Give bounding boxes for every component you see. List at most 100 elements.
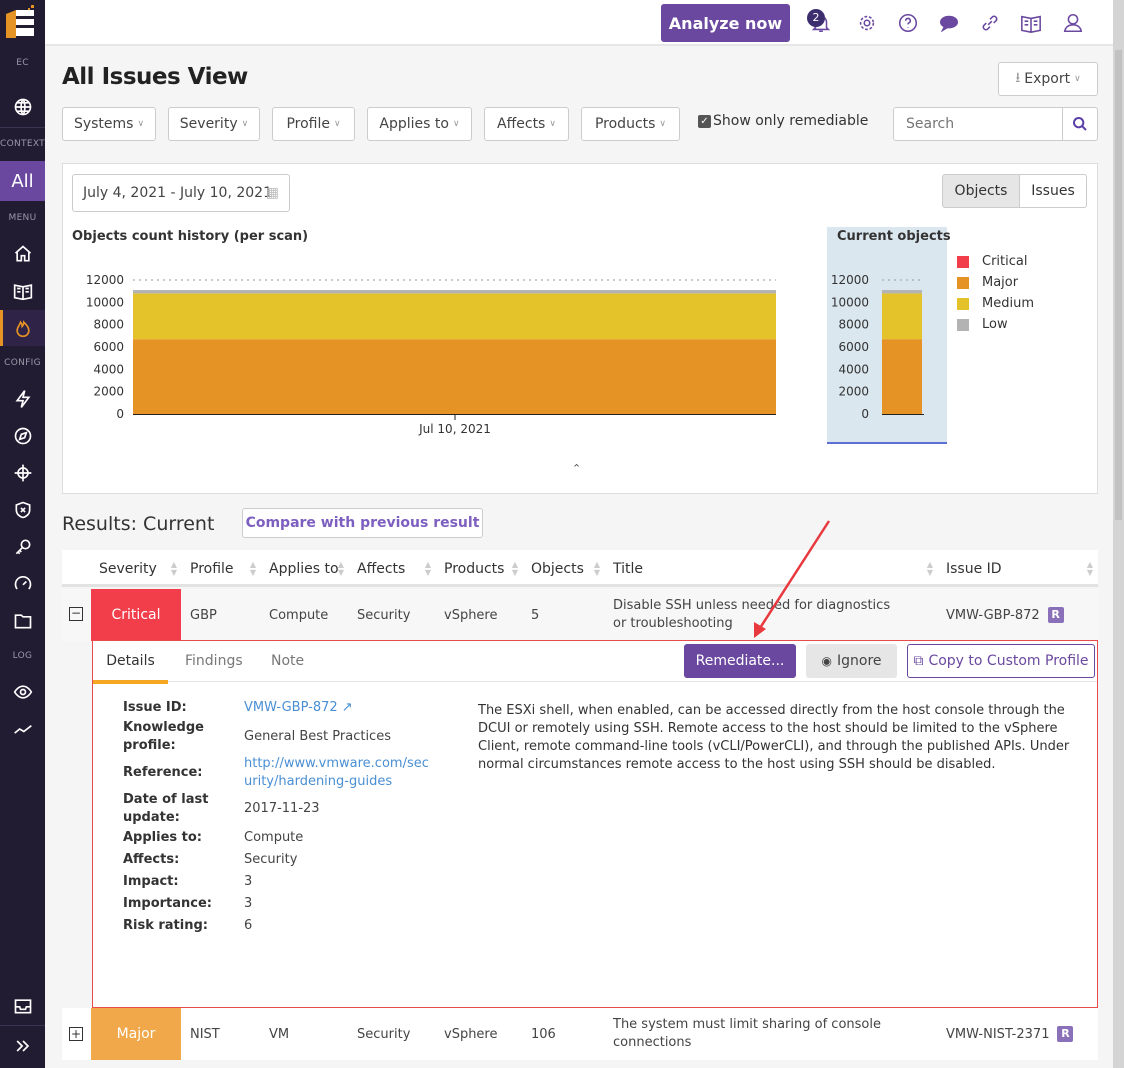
cell-applies-to: VM xyxy=(269,1026,290,1042)
collapse-row-icon[interactable]: − xyxy=(69,607,83,621)
trend-icon[interactable] xyxy=(0,713,45,745)
sort-icon: ▲ ▼ xyxy=(926,560,933,577)
y-tick-label: 10000 xyxy=(831,295,869,309)
sort-icon: ▲ ▼ xyxy=(593,560,600,577)
column-header[interactable]: Applies to ▲ ▼ xyxy=(260,550,348,587)
y-tick-label: 4000 xyxy=(93,362,124,376)
y-tick-label: 12000 xyxy=(86,273,124,287)
cell-affects: Security xyxy=(357,607,411,623)
tab-details[interactable]: Details xyxy=(93,641,168,684)
field-value: 2017-11-23 xyxy=(244,801,320,816)
y-tick-label: 2000 xyxy=(93,385,124,399)
chart-legend: Critical Major Medium Low xyxy=(957,251,1034,335)
legend-swatch xyxy=(957,318,969,331)
eye-icon[interactable] xyxy=(0,676,45,708)
y-tick-label: 12000 xyxy=(831,273,869,287)
gauge-icon[interactable] xyxy=(0,568,45,600)
field-value: 3 xyxy=(244,874,253,889)
cell-issue-id: VMW-NIST-2371 R xyxy=(946,1008,1074,1060)
folder-icon[interactable] xyxy=(0,605,45,637)
field-label: Risk rating: xyxy=(123,918,208,933)
inbox-icon[interactable] xyxy=(0,990,45,1022)
legend-label: Major xyxy=(982,275,1019,290)
field-value: Security xyxy=(244,852,298,867)
expand-row-icon[interactable]: + xyxy=(69,1027,83,1041)
legend-label: Medium xyxy=(982,296,1034,311)
legend-item[interactable]: Medium xyxy=(957,293,1034,314)
field-value: General Best Practices xyxy=(244,729,391,744)
log-label: LOG xyxy=(12,651,33,661)
issue-id-link[interactable]: VMW-GBP-872 ↗ xyxy=(244,699,353,717)
collapse-chart-icon[interactable]: ⌃ xyxy=(572,462,581,475)
column-header[interactable]: Objects ▲ ▼ xyxy=(522,550,604,587)
column-header[interactable]: Profile ▲ ▼ xyxy=(181,550,260,587)
copy-to-custom-profile-button[interactable]: ⧉ Copy to Custom Profile xyxy=(907,644,1095,678)
legend-label: Critical xyxy=(982,254,1028,269)
issue-details-panel xyxy=(92,640,1098,1008)
charts-svg: 0 2000 4000 6000 8000 10000 12000 Jul 10, 2021 0… xyxy=(86,273,924,436)
sort-icon: ▲ ▼ xyxy=(337,560,344,577)
column-header[interactable]: Products ▲ ▼ xyxy=(435,550,522,587)
cell-affects: Security xyxy=(357,1026,411,1042)
legend-item[interactable]: Major xyxy=(957,272,1034,293)
issue-description: The ESXi shell, when enabled, can be acc… xyxy=(478,703,1070,772)
legend-item[interactable]: Critical xyxy=(957,251,1034,272)
remediate-button[interactable]: Remediate... xyxy=(684,644,796,678)
cell-profile: NIST xyxy=(190,1026,220,1042)
y-tick-label: 4000 xyxy=(838,362,869,376)
ignore-button[interactable]: ◉ Ignore xyxy=(806,644,897,678)
cell-issue-id: VMW-GBP-872 R xyxy=(946,589,1064,641)
field-label: Importance: xyxy=(123,896,212,911)
field-label: Issue ID: xyxy=(123,700,187,715)
legend-swatch xyxy=(957,255,969,268)
sort-icon: ▲ ▼ xyxy=(249,560,256,577)
sort-icon: ▲ ▼ xyxy=(1086,560,1093,577)
remediable-badge: R xyxy=(1057,1026,1074,1042)
y-tick-label: 0 xyxy=(861,407,869,421)
tab-findings[interactable]: Findings xyxy=(185,653,243,669)
table-row[interactable] xyxy=(62,589,1098,641)
eye-slash-icon: ◉ xyxy=(821,654,832,668)
external-link-icon: ↗ xyxy=(341,700,353,715)
column-header[interactable]: Title ▲ ▼ xyxy=(604,550,937,587)
remediable-badge: R xyxy=(1047,607,1064,623)
field-label: Affects: xyxy=(123,852,180,867)
key-icon[interactable] xyxy=(0,531,45,563)
area-low xyxy=(133,290,776,294)
copy-icon: ⧉ xyxy=(913,653,924,669)
legend-item[interactable]: Low xyxy=(957,314,1034,335)
sort-icon: ▲ ▼ xyxy=(424,560,431,577)
cell-products: vSphere xyxy=(444,1026,498,1042)
field-label: Knowledge profile: xyxy=(123,720,204,753)
field-label: Reference: xyxy=(123,765,203,780)
cell-profile: GBP xyxy=(190,607,217,623)
column-header[interactable]: Issue ID ▲ ▼ xyxy=(937,550,1097,587)
y-tick-label: 2000 xyxy=(838,385,869,399)
expand-sidebar-icon[interactable] xyxy=(0,1030,45,1062)
legend-swatch xyxy=(957,276,969,289)
cell-title: The system must limit sharing of console… xyxy=(613,1017,881,1050)
cell-objects: 5 xyxy=(531,607,540,623)
area-medium xyxy=(133,293,776,340)
y-tick-label: 8000 xyxy=(838,318,869,332)
severity-badge: Critical xyxy=(91,589,181,641)
y-tick-label: 0 xyxy=(116,407,124,421)
cell-products: vSphere xyxy=(444,607,498,623)
column-header[interactable]: Severity ▲ ▼ xyxy=(91,550,181,587)
reference-link[interactable]: http://www.vmware.com/security/hardening… xyxy=(244,755,434,791)
severity-badge: Major xyxy=(91,1008,181,1060)
field-label: Date of last update: xyxy=(123,792,209,825)
compare-button[interactable]: Compare with previous result xyxy=(242,508,483,538)
tab-note[interactable]: Note xyxy=(271,653,304,669)
y-tick-label: 6000 xyxy=(838,340,869,354)
y-tick-label: 10000 xyxy=(86,295,124,309)
column-header[interactable]: Affects ▲ ▼ xyxy=(348,550,435,587)
current-bar-major xyxy=(882,339,922,414)
y-tick-label: 8000 xyxy=(93,318,124,332)
field-value: 3 xyxy=(244,896,253,911)
cell-objects: 106 xyxy=(531,1026,556,1042)
field-value: Compute xyxy=(244,830,304,845)
cell-title: Disable SSH unless needed for diagnostic… xyxy=(613,598,891,631)
results-title: Results: Current xyxy=(62,513,215,535)
cell-applies-to: Compute xyxy=(269,607,329,623)
